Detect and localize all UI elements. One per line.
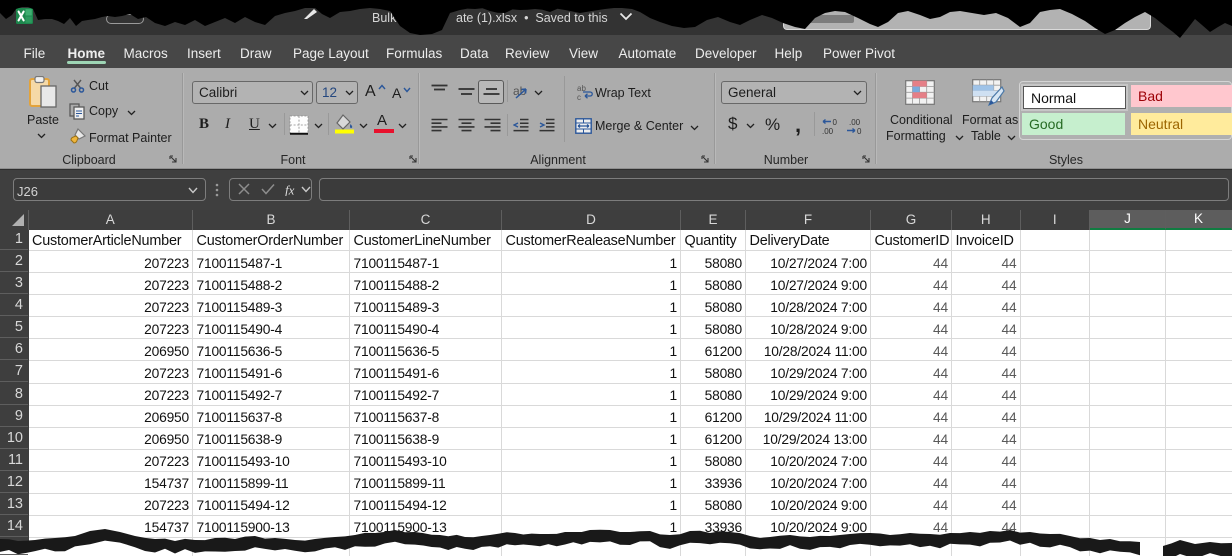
svg-text:fx: fx: [285, 183, 295, 196]
svg-text:0: 0: [857, 127, 862, 135]
svg-text:0: 0: [833, 118, 838, 127]
svg-text:c: c: [577, 93, 581, 101]
svg-text:.00: .00: [849, 118, 861, 127]
svg-text:.00: .00: [822, 127, 834, 135]
